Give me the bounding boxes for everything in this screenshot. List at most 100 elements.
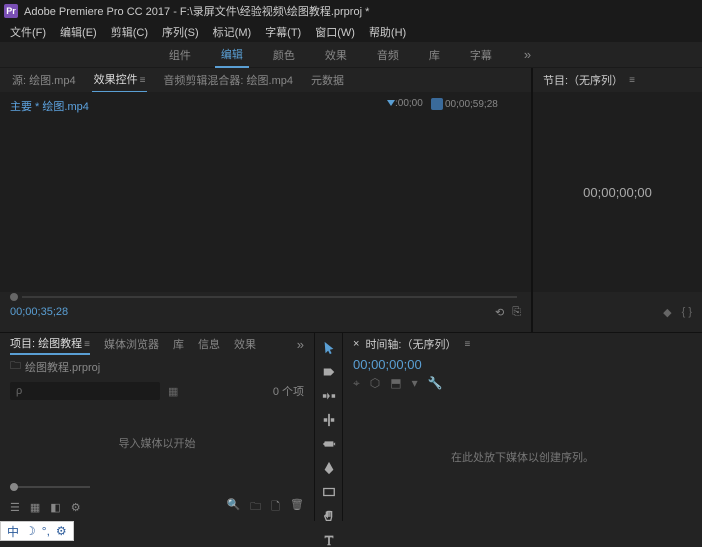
ws-tab-editing[interactable]: 编辑 xyxy=(215,42,249,68)
timeline-header: × 时间轴:（无序列） ≡ xyxy=(343,333,702,355)
ime-toolbar[interactable]: 中 ☽ °, ⚙ xyxy=(0,521,74,541)
program-menu-icon[interactable]: ≡ xyxy=(629,75,635,86)
project-search-row: ▦ 0 个项 xyxy=(0,378,314,404)
type-tool[interactable] xyxy=(320,533,338,547)
razor-tool[interactable] xyxy=(320,413,338,427)
rectangle-tool[interactable] xyxy=(320,485,338,499)
snap-icon[interactable]: × xyxy=(353,338,359,350)
menu-file[interactable]: 文件(F) xyxy=(4,22,52,42)
track-select-tool[interactable] xyxy=(320,365,338,379)
project-path[interactable]: 🗀 绘图教程.prproj xyxy=(0,355,314,378)
ws-tab-assembly[interactable]: 组件 xyxy=(163,43,197,67)
effect-ruler[interactable]: :00;00 00;00;59;28 xyxy=(393,98,521,118)
marker-icon[interactable]: ◆ xyxy=(663,306,671,319)
workspace-tabs: 组件 编辑 颜色 效果 音频 库 字幕 » xyxy=(0,42,702,68)
ws-tab-audio[interactable]: 音频 xyxy=(371,43,405,67)
ws-tab-titles[interactable]: 字幕 xyxy=(464,43,498,67)
ripple-edit-tool[interactable] xyxy=(320,389,338,403)
ws-tab-color[interactable]: 颜色 xyxy=(267,43,301,67)
menu-marker[interactable]: 标记(M) xyxy=(207,22,258,42)
program-header: 节目:（无序列） ≡ xyxy=(533,68,702,92)
filter-icon[interactable]: ▦ xyxy=(168,385,178,398)
cti-indicator[interactable]: 00;00;59;28 xyxy=(431,98,498,110)
tab-effect-controls[interactable]: 效果控件≡ xyxy=(92,67,148,93)
panel-menu-icon[interactable]: ≡ xyxy=(140,75,146,86)
source-panel: 源: 绘图.mp4 效果控件≡ 音频剪辑混合器: 绘图.mp4 元数据 主要 *… xyxy=(0,68,532,332)
project-bin[interactable]: 导入媒体以开始 xyxy=(0,404,314,481)
titlebar: Pr Adobe Premiere Pro CC 2017 - F:\录屏文件\… xyxy=(0,0,702,22)
tab-effects[interactable]: 效果 xyxy=(234,334,256,354)
tl-marker-icon[interactable]: ⬡ xyxy=(370,376,380,391)
tab-project[interactable]: 项目: 绘图教程≡ xyxy=(10,333,90,355)
tl-chevron-icon[interactable]: ▾ xyxy=(412,376,418,391)
item-count: 0 个项 xyxy=(273,383,304,399)
icon-view-icon[interactable]: ▦ xyxy=(30,501,40,514)
new-item-icon[interactable]: 🗋 xyxy=(271,498,280,517)
timeline-tracks[interactable]: 在此处放下媒体以创建序列。 xyxy=(343,393,702,521)
tab-info[interactable]: 信息 xyxy=(198,334,220,354)
menu-clip[interactable]: 剪辑(C) xyxy=(105,22,154,42)
tl-snap-icon[interactable]: ⌖ xyxy=(353,376,360,391)
tab-media-browser[interactable]: 媒体浏览器 xyxy=(104,334,159,354)
ruler-marker: 00;00;59;28 xyxy=(445,99,498,110)
selection-tool[interactable] xyxy=(320,341,338,355)
ws-tab-effects[interactable]: 效果 xyxy=(319,43,353,67)
tab-libraries[interactable]: 库 xyxy=(173,334,184,354)
menu-title[interactable]: 字幕(T) xyxy=(259,22,307,42)
source-scrubber[interactable] xyxy=(10,292,521,302)
sort-icon[interactable]: ⚙ xyxy=(71,501,81,514)
tl-link-icon[interactable]: ⬒ xyxy=(390,376,401,391)
loop-icon[interactable]: ⟲ xyxy=(495,306,504,319)
scrub-handle[interactable] xyxy=(10,293,18,301)
freeform-view-icon[interactable]: ◧ xyxy=(50,501,60,514)
program-footer: ◆ { } xyxy=(533,292,702,332)
ws-tab-libraries[interactable]: 库 xyxy=(423,43,446,67)
zoom-slider[interactable] xyxy=(10,481,304,492)
bottom-area: 项目: 绘图教程≡ 媒体浏览器 库 信息 效果 » 🗀 绘图教程.prproj … xyxy=(0,332,702,521)
export-frame-icon[interactable]: ⎘ xyxy=(512,306,521,319)
ime-moon-icon[interactable]: ☽ xyxy=(25,524,36,538)
ws-more-button[interactable]: » xyxy=(516,43,539,66)
playhead-icon[interactable] xyxy=(387,100,395,106)
new-bin-icon[interactable]: 🗀 xyxy=(250,498,261,517)
window-title: Adobe Premiere Pro CC 2017 - F:\录屏文件\经验视… xyxy=(24,3,369,19)
program-monitor: 00;00;00;00 xyxy=(533,92,702,292)
tl-wrench-icon[interactable]: 🔧 xyxy=(428,376,443,391)
timeline-menu-icon[interactable]: ≡ xyxy=(465,339,471,350)
menu-sequence[interactable]: 序列(S) xyxy=(156,22,205,42)
pen-tool[interactable] xyxy=(320,461,338,475)
timeline-panel: × 时间轴:（无序列） ≡ 00;00;00;00 ⌖ ⬡ ⬒ ▾ 🔧 在此处放… xyxy=(343,333,702,521)
timeline-controls: ⌖ ⬡ ⬒ ▾ 🔧 xyxy=(343,374,702,393)
program-timecode: 00;00;00;00 xyxy=(583,185,652,200)
tools-panel xyxy=(315,333,343,521)
zoom-handle[interactable] xyxy=(10,483,18,491)
bracket-icon[interactable]: { } xyxy=(682,306,692,318)
source-panel-tabs: 源: 绘图.mp4 效果控件≡ 音频剪辑混合器: 绘图.mp4 元数据 xyxy=(0,68,531,92)
program-title: 节目:（无序列） xyxy=(543,72,623,88)
search-input[interactable] xyxy=(10,382,160,400)
proj-tabs-more[interactable]: » xyxy=(297,337,304,352)
cti-badge-icon xyxy=(431,98,443,110)
menu-edit[interactable]: 编辑(E) xyxy=(54,22,103,42)
slip-tool[interactable] xyxy=(320,437,338,451)
ruler-start: :00;00 xyxy=(387,98,423,109)
ime-settings-icon[interactable]: ⚙ xyxy=(56,524,67,538)
ime-lang-icon[interactable]: 中 xyxy=(7,523,19,540)
tab-metadata[interactable]: 元数据 xyxy=(309,68,346,92)
project-filename: 绘图教程.prproj xyxy=(25,359,100,375)
source-timecode[interactable]: 00;00;35;28 xyxy=(10,306,68,318)
delete-icon[interactable]: 🗑 xyxy=(290,498,304,517)
tab-source[interactable]: 源: 绘图.mp4 xyxy=(10,68,78,92)
project-footer: ☰ ▦ ◧ ⚙ 🔍 🗀 🗋 🗑 xyxy=(0,481,314,521)
find-icon[interactable]: 🔍 xyxy=(226,498,240,517)
timeline-timecode[interactable]: 00;00;00;00 xyxy=(343,355,702,374)
menu-help[interactable]: 帮助(H) xyxy=(363,22,412,42)
menu-window[interactable]: 窗口(W) xyxy=(309,22,361,42)
list-view-icon[interactable]: ☰ xyxy=(10,501,20,514)
scrub-track xyxy=(22,296,517,298)
hand-tool[interactable] xyxy=(320,509,338,523)
ime-punct-icon[interactable]: °, xyxy=(42,524,50,538)
empty-bin-text: 导入媒体以开始 xyxy=(119,435,196,451)
proj-menu-icon[interactable]: ≡ xyxy=(84,339,90,350)
tab-audio-mixer[interactable]: 音频剪辑混合器: 绘图.mp4 xyxy=(161,68,295,92)
